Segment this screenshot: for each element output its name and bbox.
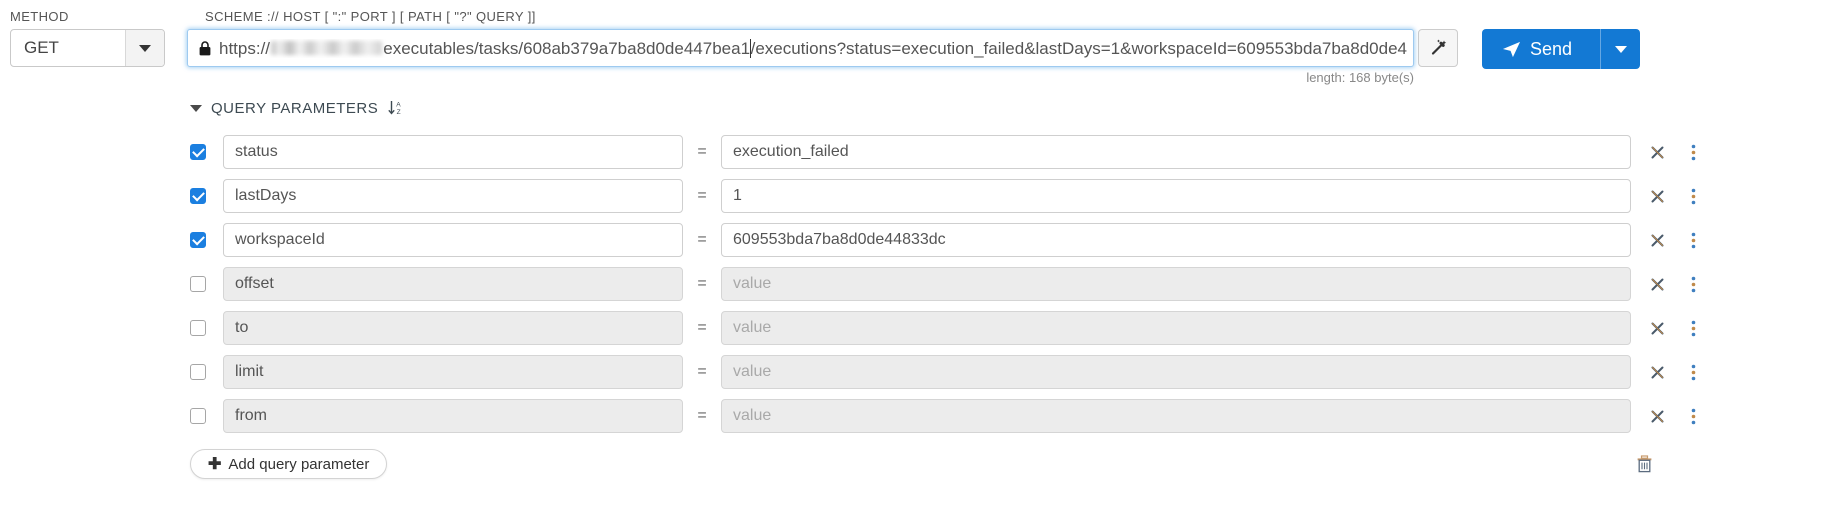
more-vertical-icon[interactable] (1685, 406, 1701, 426)
row-actions (1649, 362, 1701, 382)
more-vertical-icon[interactable] (1685, 186, 1701, 206)
row-actions (1649, 142, 1701, 162)
more-vertical-icon[interactable] (1685, 274, 1701, 294)
url-field-wrapper: https:// executables/tasks/608ab379a7ba8d… (187, 29, 1414, 85)
url-query-after-caret: /executions?status=execution_failed&last… (750, 38, 1407, 58)
url-text-content: https:// executables/tasks/608ab379a7ba8d… (219, 38, 1407, 58)
parameter-enabled-checkbox[interactable] (190, 232, 206, 248)
check-icon (191, 144, 205, 157)
parameter-value-input[interactable]: value (721, 311, 1631, 345)
equals-separator: = (697, 231, 707, 248)
request-controls-row: GET https:// executables/tasks/608ab379a7… (0, 24, 1823, 85)
parameter-key-input[interactable]: status (223, 135, 683, 169)
plus-icon: ✚ (208, 456, 222, 473)
more-vertical-icon[interactable] (1685, 362, 1701, 382)
equals-separator: = (697, 363, 707, 380)
row-actions (1649, 186, 1701, 206)
table-row: offset = value (0, 265, 1823, 303)
table-row: from = value (0, 397, 1823, 435)
url-redacted-host (271, 41, 383, 55)
parameter-enabled-checkbox[interactable] (190, 320, 206, 336)
sort-az-icon[interactable]: A Z (387, 99, 405, 117)
url-input[interactable]: https:// executables/tasks/608ab379a7ba8d… (187, 29, 1414, 67)
parameter-enabled-checkbox[interactable] (190, 408, 206, 424)
parameter-enabled-checkbox[interactable] (190, 188, 206, 204)
more-vertical-icon[interactable] (1685, 142, 1701, 162)
query-parameters-footer: ✚ Add query parameter (0, 449, 1823, 479)
parameter-value-input[interactable]: value (721, 355, 1631, 389)
row-actions (1649, 318, 1701, 338)
parameter-key-input[interactable]: to (223, 311, 683, 345)
add-query-parameter-label: Add query parameter (228, 455, 370, 473)
magic-wand-icon (1431, 39, 1447, 55)
parameter-key-input[interactable]: from (223, 399, 683, 433)
chevron-down-icon (1614, 45, 1627, 53)
equals-separator: = (697, 143, 707, 160)
send-options-toggle[interactable] (1600, 29, 1641, 69)
equals-separator: = (697, 275, 707, 292)
send-button-label: Send (1530, 38, 1573, 59)
table-row: workspaceId = 609553bda7ba8d0de44833dc (0, 221, 1823, 259)
equals-separator: = (697, 187, 707, 204)
close-icon[interactable] (1649, 186, 1665, 206)
close-icon[interactable] (1649, 406, 1665, 426)
more-vertical-icon[interactable] (1685, 318, 1701, 338)
parameter-value-input[interactable]: value (721, 399, 1631, 433)
parameter-value-input[interactable]: 1 (721, 179, 1631, 213)
request-bar: METHOD SCHEME :// HOST [ ":" PORT ] [ PA… (0, 0, 1823, 85)
method-select-value: GET (24, 38, 59, 57)
more-vertical-icon[interactable] (1685, 230, 1701, 250)
lock-icon (198, 40, 212, 57)
parameter-value-input[interactable]: execution_failed (721, 135, 1631, 169)
parameter-enabled-checkbox[interactable] (190, 144, 206, 160)
svg-text:A: A (397, 101, 402, 108)
paper-plane-icon (1502, 41, 1521, 57)
url-path-before-caret: executables/tasks/608ab379a7ba8d0de447be… (383, 38, 751, 58)
parameter-key-input[interactable]: limit (223, 355, 683, 389)
close-icon[interactable] (1649, 230, 1665, 250)
table-row: status = execution_failed (0, 133, 1823, 171)
magic-wand-button[interactable] (1418, 29, 1458, 67)
parameter-key-input[interactable]: workspaceId (223, 223, 683, 257)
send-button-group: Send (1482, 29, 1641, 69)
table-row: limit = value (0, 353, 1823, 391)
equals-separator: = (697, 407, 707, 424)
row-actions (1649, 274, 1701, 294)
field-labels-row: METHOD SCHEME :// HOST [ ":" PORT ] [ PA… (0, 0, 1823, 24)
parameter-value-input[interactable]: value (721, 267, 1631, 301)
close-icon[interactable] (1649, 318, 1665, 338)
url-label: SCHEME :// HOST [ ":" PORT ] [ PATH [ "?… (205, 9, 536, 24)
chevron-down-icon (139, 44, 151, 52)
method-label: METHOD (10, 9, 69, 24)
method-dropdown-toggle[interactable] (125, 30, 164, 66)
check-icon (191, 232, 205, 245)
close-icon[interactable] (1649, 362, 1665, 382)
query-parameters-header: QUERY PARAMETERS A Z (190, 97, 1823, 119)
parameter-enabled-checkbox[interactable] (190, 364, 206, 380)
url-length-note: length: 168 byte(s) (1306, 70, 1414, 85)
equals-separator: = (697, 319, 707, 336)
send-button[interactable]: Send (1482, 29, 1601, 69)
url-scheme: https:// (219, 38, 271, 58)
close-icon[interactable] (1649, 142, 1665, 162)
query-parameters-title: QUERY PARAMETERS (211, 99, 379, 117)
row-actions (1649, 230, 1701, 250)
parameter-value-input[interactable]: 609553bda7ba8d0de44833dc (721, 223, 1631, 257)
parameter-key-input[interactable]: offset (223, 267, 683, 301)
check-icon (191, 188, 205, 201)
method-select[interactable]: GET (10, 29, 165, 67)
close-icon[interactable] (1649, 274, 1665, 294)
row-actions (1649, 406, 1701, 426)
parameter-key-input[interactable]: lastDays (223, 179, 683, 213)
svg-text:Z: Z (397, 109, 401, 116)
table-row: to = value (0, 309, 1823, 347)
table-row: lastDays = 1 (0, 177, 1823, 215)
query-parameters-list: status = execution_failed lastDays = 1 workspa… (0, 133, 1823, 435)
delete-all-parameters-button[interactable] (1636, 455, 1653, 473)
triangle-down-icon[interactable] (190, 104, 202, 112)
parameter-enabled-checkbox[interactable] (190, 276, 206, 292)
trash-icon (1637, 455, 1652, 473)
add-query-parameter-button[interactable]: ✚ Add query parameter (190, 449, 388, 479)
